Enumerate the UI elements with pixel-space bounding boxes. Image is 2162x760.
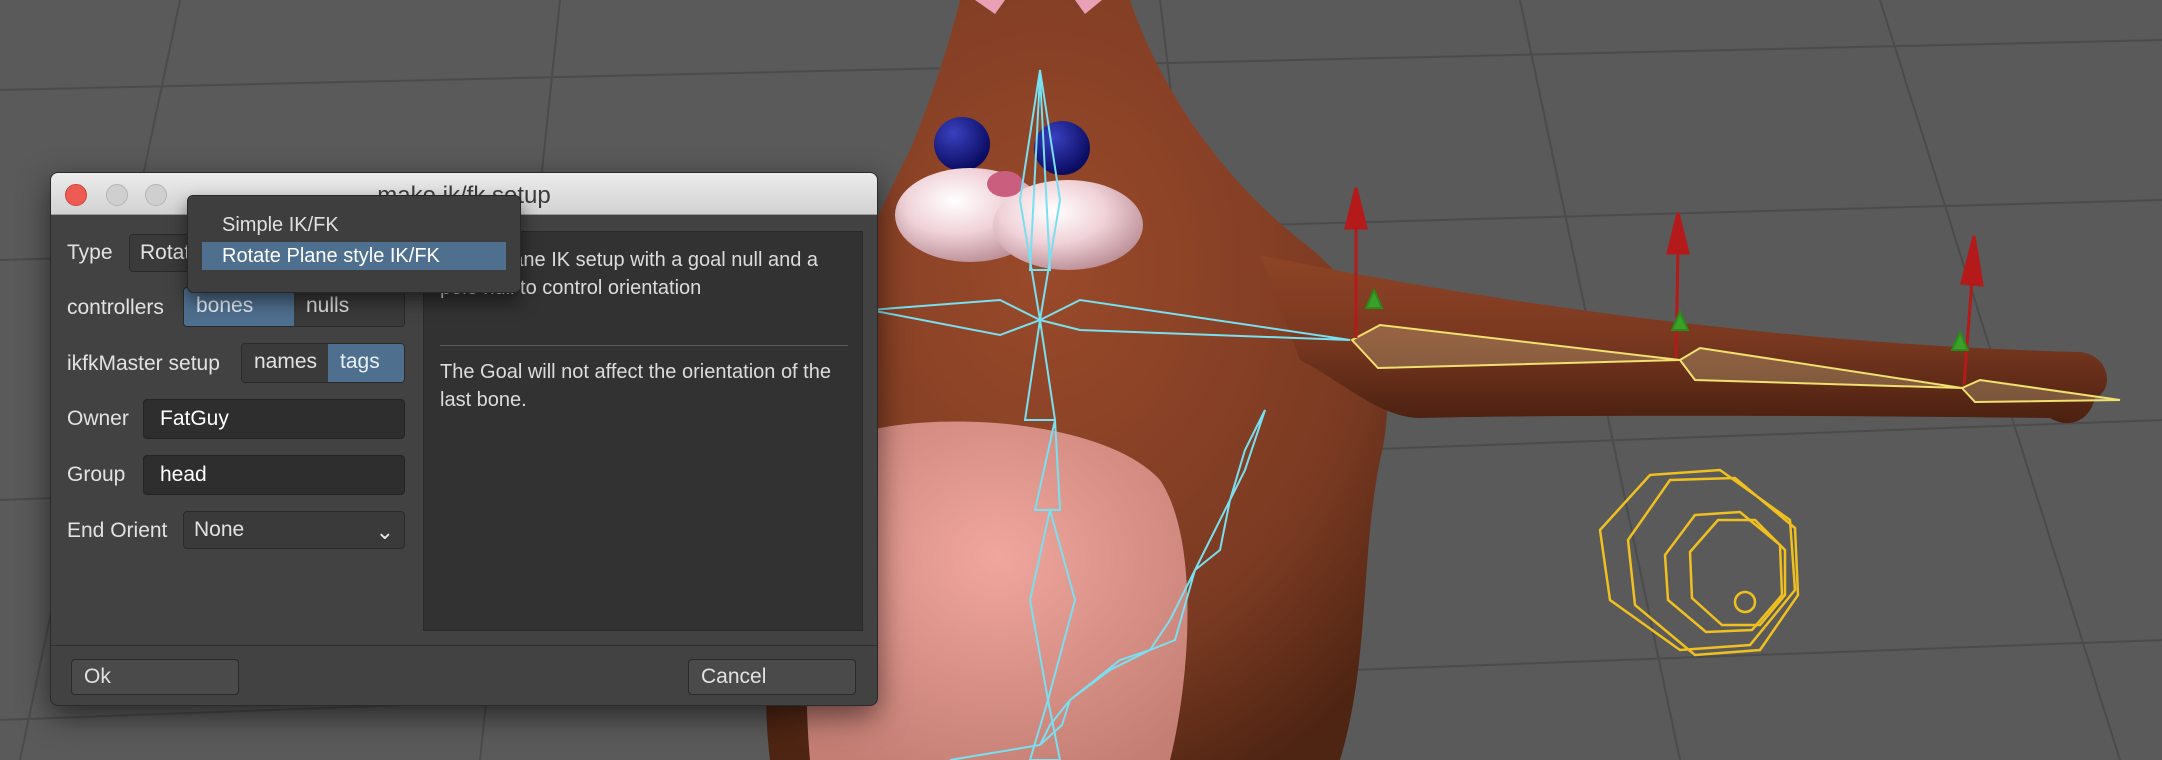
controllers-label: controllers [67, 296, 164, 319]
group-input[interactable]: head [143, 455, 405, 495]
type-dropdown-value: Rotat [140, 241, 191, 264]
ik-goal-controller[interactable] [1598, 468, 1800, 657]
eye-left [934, 117, 990, 171]
ikfkmaster-segmented: names tags [241, 343, 405, 383]
cancel-button[interactable]: Cancel [688, 659, 856, 695]
type-label: Type [67, 241, 113, 264]
owner-label: Owner [67, 407, 129, 430]
type-dropdown-menu: Simple IK/FK Rotate Plane style IK/FK [187, 195, 521, 293]
end-orient-dropdown[interactable]: None ⌄ [183, 511, 405, 549]
end-orient-label: End Orient [67, 519, 168, 542]
description-divider [440, 345, 848, 346]
description-text-2: The Goal will not affect the orientation… [440, 361, 831, 411]
nose [987, 171, 1023, 197]
group-label: Group [67, 463, 126, 486]
end-orient-value: None [194, 518, 245, 541]
footer-divider [51, 645, 877, 646]
chevron-down-icon: ⌄ [375, 519, 394, 544]
controllers-option-bones[interactable]: bones [184, 288, 294, 326]
master-option-names[interactable]: names [242, 344, 328, 382]
ikfkmaster-label: ikfkMaster setup [67, 352, 220, 375]
menu-item-simple-ikfk[interactable]: Simple IK/FK [202, 211, 506, 239]
owner-input[interactable]: FatGuy [143, 399, 405, 439]
menu-item-rotate-plane-ikfk[interactable]: Rotate Plane style IK/FK [202, 242, 506, 270]
ok-button[interactable]: Ok [71, 659, 239, 695]
master-option-tags[interactable]: tags [328, 344, 404, 382]
controllers-segmented: bones nulls [183, 287, 405, 327]
controllers-option-nulls[interactable]: nulls [294, 288, 404, 326]
